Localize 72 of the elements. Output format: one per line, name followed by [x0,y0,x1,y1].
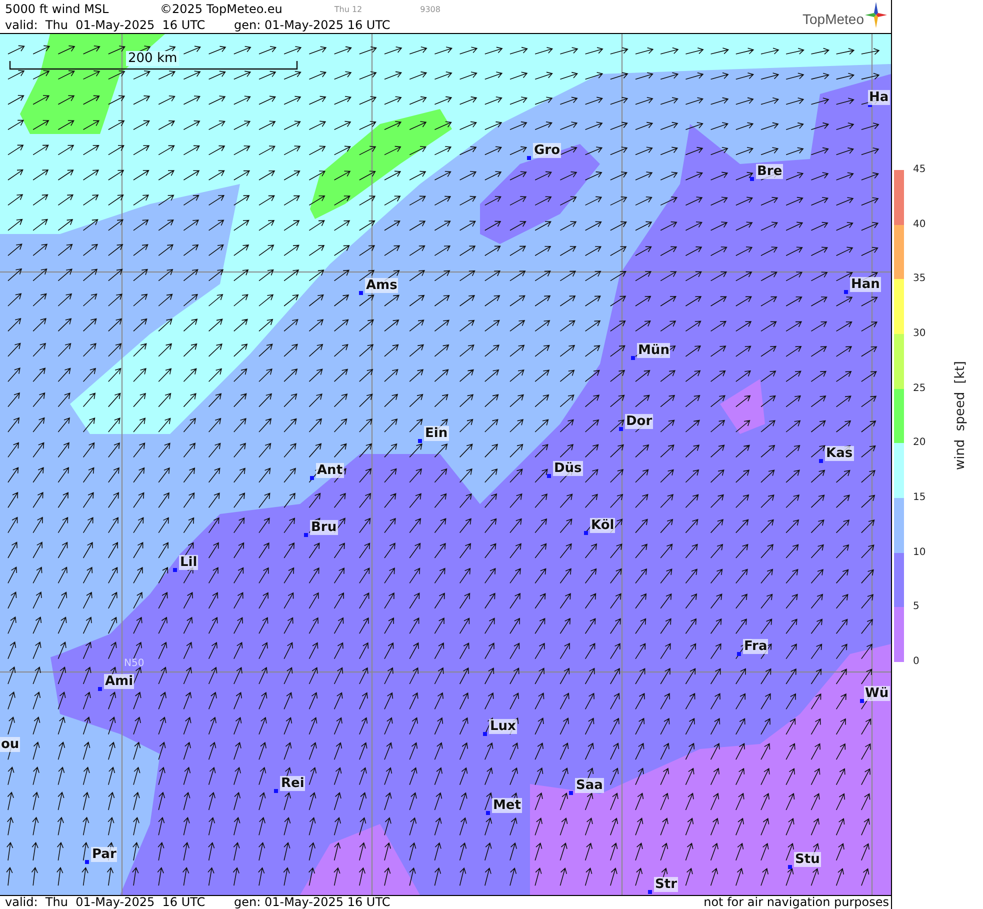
city-label: Par [91,847,118,862]
tick-label: 20 [913,436,927,450]
time-code: Thu 12 [334,4,362,14]
tick-label: 35 [913,272,927,286]
city-label: Ami [104,674,134,689]
city-marker-icon [788,865,792,869]
city-marker-icon [85,860,89,864]
city-marker-icon [750,177,754,181]
city-marker-icon [418,439,422,443]
city-label: Bre [756,164,784,179]
generated-time: gen: 01-May-2025 16 UTC [234,18,390,32]
city-label: Gro [533,143,562,158]
city-label: Lux [489,719,517,734]
tick-label: 40 [913,218,927,232]
city-label: Wü [864,686,890,701]
generated-time: gen: 01-May-2025 16 UTC [234,896,390,909]
city-label: Stu [794,852,821,867]
run-id: 9308 [420,4,440,14]
tick-label: 15 [913,490,927,505]
city-marker-icon [359,291,363,295]
tick-label: 30 [913,326,927,341]
city-marker-icon [584,531,588,535]
city-marker-icon [173,568,177,572]
tick-label: 5 [913,600,920,614]
city-marker-icon [819,459,823,463]
valid-time: valid: Thu 01-May-2025 16 UTC [5,896,206,909]
disclaimer-text: not for air navigation purposes [704,896,889,909]
tick-label: 0 [913,654,920,669]
city-label: Düs [553,461,583,476]
city-label: Ein [424,426,449,441]
city-marker-icon [737,652,741,656]
city-marker-icon [304,533,308,537]
city-marker-icon [527,156,531,160]
logo-text: TopMeteo [802,11,864,27]
tick-label: 10 [913,546,927,560]
city-label: Mün [637,343,670,358]
city-label: Rei [280,776,306,791]
city-label: Köl [590,518,616,533]
city-label: Dor [625,414,654,429]
tick-label: 25 [913,382,927,396]
city-label: Han [850,277,881,292]
scale-label: 200 km [126,51,180,66]
city-label: Saa [575,778,604,793]
copyright-text: ©2025 TopMeteo.eu [160,2,282,16]
compass-star-icon [865,2,887,28]
city-marker-icon [860,699,864,703]
city-label: Ha [868,90,890,105]
city-label: Ams [365,278,398,293]
city-label: Met [492,798,522,813]
city-label: Kas [825,446,854,461]
city-marker-icon [483,732,487,736]
city-label: Fra [743,639,768,654]
city-label: ou [0,737,20,752]
city-marker-icon [98,687,102,691]
city-label: Lil [179,555,198,570]
city-marker-icon [274,789,278,793]
city-marker-icon [648,890,652,894]
city-marker-icon [569,791,573,795]
tick-label: 45 [913,163,927,177]
map-title: 5000 ft wind MSL [5,2,110,16]
city-marker-icon [619,427,623,431]
city-label: Bru [310,520,338,535]
city-marker-icon [631,356,635,360]
valid-time: valid: Thu 01-May-2025 16 UTC [5,18,206,32]
city-marker-icon [310,476,314,480]
city-label: Str [654,877,678,892]
city-marker-icon [547,474,551,478]
city-marker-icon [486,811,490,815]
legend-title: wind speed [kt] [953,361,968,471]
city-label: Ant [316,463,344,478]
latitude-label: N50 [124,658,144,669]
city-marker-icon [844,290,848,294]
